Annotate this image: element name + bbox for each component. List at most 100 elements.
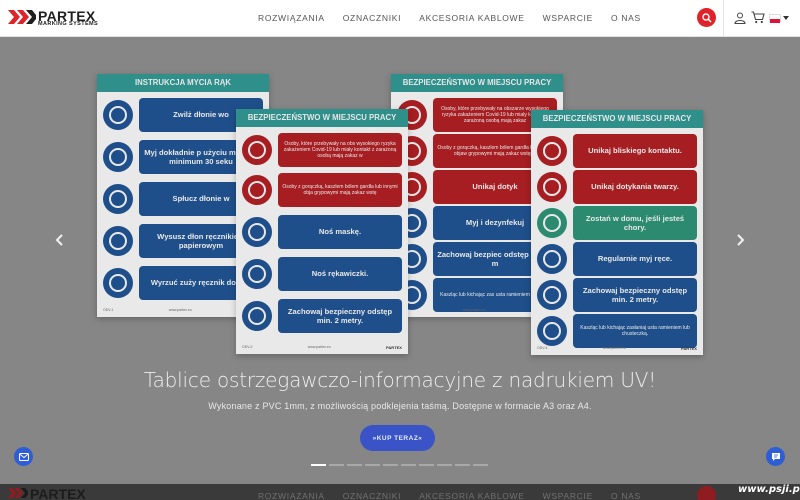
cart-icon[interactable] [751,11,765,24]
poster-title: BEZPIECZEŃSTWO W MIEJSCU PRACY [391,74,563,92]
poster-code: ODV-1 [103,308,114,312]
hero-title: Tablice ostrzegawczo-informacyjne z nadr… [143,368,657,392]
distance-icon [242,301,272,331]
poster-row: Unikaj dotykania twarzy. [537,170,697,204]
header-divider [723,0,724,37]
slider-dot-2[interactable] [329,464,344,466]
poster-row: Regularnie myj ręce. [537,242,697,276]
poster-workplace-safety-4: BEZPIECZEŃSTWO W MIEJSCU PRACY Unikaj bl… [531,110,703,355]
poster-row: Osoby, które przebywały na obs wysokiego… [242,133,402,167]
poster-row-text: Unikaj dotykania twarzy. [573,170,697,204]
search-button[interactable] [697,486,716,500]
slider-dot-10[interactable] [473,464,488,466]
main-nav: ROZWIĄZANIA OZNACZNIKI AKCESORIA KABLOWE… [258,491,659,500]
chevron-down-icon [783,16,789,20]
search-icon [701,12,712,23]
logo[interactable]: PARTEX MARKING SYSTEMS [8,8,118,29]
newsletter-button[interactable] [14,447,33,466]
poster-footer: ODV-4 www.partex.eu PARTEX [537,346,697,353]
poster-footer: ODV-2 www.partex.eu PARTEX [242,345,402,352]
slider-next-arrow-icon[interactable] [734,233,746,247]
bin-icon [103,268,133,298]
poster-brand: PARTEX [386,345,402,350]
poster-row-text: Unikaj bliskiego kontaktu. [573,134,697,168]
nav-item-akcesoria-kablowe[interactable]: AKCESORIA KABLOWE [419,13,524,23]
nav-item-akcesoria-kablowe[interactable]: AKCESORIA KABLOWE [419,491,524,500]
rinse-icon [103,184,133,214]
poster-title: BEZPIECZEŃSTWO W MIEJSCU PRACY [531,110,703,128]
poster-row-text: Zostań w domu, jeśli jesteś chory. [573,206,697,240]
nav-item-rozwiazania[interactable]: ROZWIĄZANIA [258,491,325,500]
poster-row: Kaszląc lub kichając zasłaniaj usta rami… [537,314,697,348]
slider-dot-5[interactable] [383,464,398,466]
poster-title: INSTRUKCJA MYCIA RĄK [97,74,269,92]
poster-workplace-safety-2: BEZPIECZEŃSTWO W MIEJSCU PRACY Osoby, kt… [236,109,408,354]
slider-dot-7[interactable] [419,464,434,466]
logo-mark-icon [8,488,28,498]
poster-row: Noś rękawiczki. [242,257,402,291]
logo-tagline: MARKING SYSTEMS [38,21,99,27]
nav-item-wsparcie[interactable]: WSPARCIE [543,491,593,500]
poster-row-text: Noś rękawiczki. [278,257,402,291]
nav-item-oznaczniki[interactable]: OZNACZNIKI [343,491,401,500]
stay-home-icon [537,208,567,238]
nav-item-rozwiazania[interactable]: ROZWIĄZANIA [258,13,325,23]
poster-row-text: Osoby z gorączką, kaszlem bólem gardła l… [278,173,402,207]
poster-row: Unikaj bliskiego kontaktu. [537,134,697,168]
poster-row-text: Kaszląc lub kichając zasłaniaj usta rami… [573,314,697,348]
poster-code: ODV-4 [537,346,548,350]
slider-dot-9[interactable] [455,464,470,466]
wash-hands-icon [537,244,567,274]
poster-row: Zachowaj bezpieczny odstęp min. 2 metry. [242,299,402,333]
poster-site: www.partex.eu [307,345,331,349]
poster-row: Zachowaj bezpieczny odstęp min. 2 metry. [537,278,697,312]
soap-icon [103,142,133,172]
chat-bubble-icon [771,452,780,461]
nav-item-o-nas[interactable]: O NAS [611,491,641,500]
language-selector[interactable] [769,14,789,23]
slider-dot-4[interactable] [365,464,380,466]
poster-site: www.partex.eu [462,308,486,312]
chat-button[interactable] [766,447,785,466]
face-touch-icon [537,172,567,202]
poster-site: www.partex.eu [168,308,192,312]
gloves-icon [242,259,272,289]
slider-dot-8[interactable] [437,464,452,466]
wash-hands-icon [103,100,133,130]
user-icon[interactable] [734,12,746,24]
sticky-header-preview: PARTEX ROZWIĄZANIA OZNACZNIKI AKCESORIA … [0,484,800,500]
nav-item-oznaczniki[interactable]: OZNACZNIKI [343,13,401,23]
poster-row-text: Osoby, które przebywały na obs wysokiego… [278,133,402,167]
slider-dot-6[interactable] [401,464,416,466]
stop-hand-icon [242,135,272,165]
envelope-icon [18,452,29,461]
no-contact-icon [537,136,567,166]
poster-code: ODV-2 [242,345,253,349]
distance-icon [537,280,567,310]
poster-brand: PARTEX [681,346,697,351]
poster-row-text: Zachowaj bezpieczny odstęp min. 2 metry. [573,278,697,312]
slider-prev-arrow-icon[interactable] [54,233,66,247]
slider-pagination [311,464,488,466]
poland-flag-icon [769,14,781,23]
poster-body: Unikaj bliskiego kontaktu. Unikaj dotyka… [531,128,703,348]
cough-icon [537,316,567,346]
nav-item-wsparcie[interactable]: WSPARCIE [543,13,593,23]
search-button[interactable] [697,8,716,27]
nav-item-o-nas[interactable]: O NAS [611,13,641,23]
towel-icon [103,226,133,256]
poster-row-text: Regularnie myj ręce. [573,242,697,276]
logo-mark-icon [8,10,36,24]
poster-title: BEZPIECZEŃSTWO W MIEJSCU PRACY [236,109,408,127]
main-nav: ROZWIĄZANIA OZNACZNIKI AKCESORIA KABLOWE… [258,13,659,23]
slider-dot-1[interactable] [311,464,326,466]
site-header: PARTEX MARKING SYSTEMS ROZWIĄZANIA OZNAC… [0,0,800,37]
poster-row: Osoby z gorączką, kaszlem bólem gardła l… [242,173,402,207]
poster-row-text: Noś maskę. [278,215,402,249]
poster-row: Zostań w domu, jeśli jesteś chory. [537,206,697,240]
slider-dot-3[interactable] [347,464,362,466]
poster-body: Osoby, które przebywały na obs wysokiego… [236,127,408,344]
poster-row-text: Zachowaj bezpieczny odstęp min. 2 metry. [278,299,402,333]
buy-now-button[interactable]: »KUP TERAZ« [360,425,435,451]
stop-hand-icon [242,175,272,205]
